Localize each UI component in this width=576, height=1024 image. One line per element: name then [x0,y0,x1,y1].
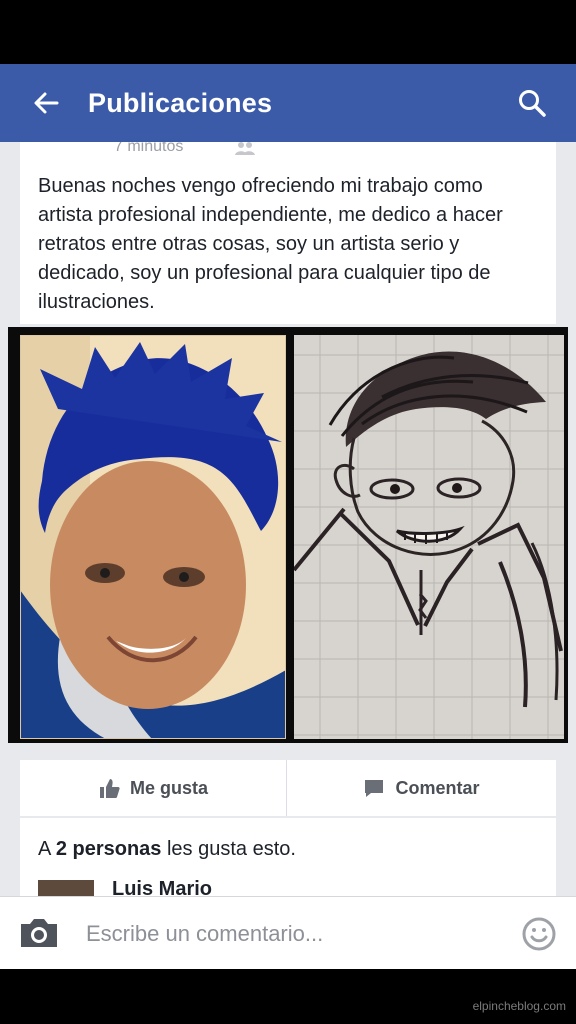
smiley-icon [522,917,556,951]
page-title: Publicaciones [88,87,273,118]
likes-summary[interactable]: A 2 personas les gusta esto. Luis Mario [20,818,556,896]
watermark: elpincheblog.com [472,999,566,1013]
post-image[interactable] [8,327,568,743]
post-text: Buenas noches vengo ofreciendo mi trabaj… [38,175,503,313]
commenter-name[interactable]: Luis Mario [112,878,212,896]
comment-button[interactable]: Comentar [287,760,556,816]
reference-photo [20,335,286,739]
like-label: Me gusta [129,777,208,798]
thumbs-up-icon [99,779,120,798]
likes-summary-text: A 2 personas les gusta esto. [38,838,296,860]
portrait-drawing [294,335,564,739]
top-app-bar: Publicaciones [0,64,576,142]
comment-label: Comentar [395,777,480,798]
back-button[interactable] [26,83,66,123]
post-card: 7 minutos Buenas noches vengo ofreciendo… [20,142,556,324]
comment-icon [365,780,384,797]
like-button[interactable]: Me gusta [20,760,287,816]
comment-composer [0,896,576,969]
camera-button[interactable] [18,916,60,955]
search-icon [519,90,546,117]
post-actions: Me gusta Comentar [20,760,556,816]
arrow-left-icon [34,92,59,114]
search-button[interactable] [512,83,552,123]
camera-icon [21,919,57,947]
friends-icon [235,142,255,155]
post-timestamp: 7 minutos [114,142,184,155]
emoji-button[interactable] [522,917,556,956]
post-feed[interactable]: 7 minutos Buenas noches vengo ofreciendo… [0,142,576,896]
comment-input[interactable] [84,917,488,951]
avatar[interactable] [38,880,94,896]
